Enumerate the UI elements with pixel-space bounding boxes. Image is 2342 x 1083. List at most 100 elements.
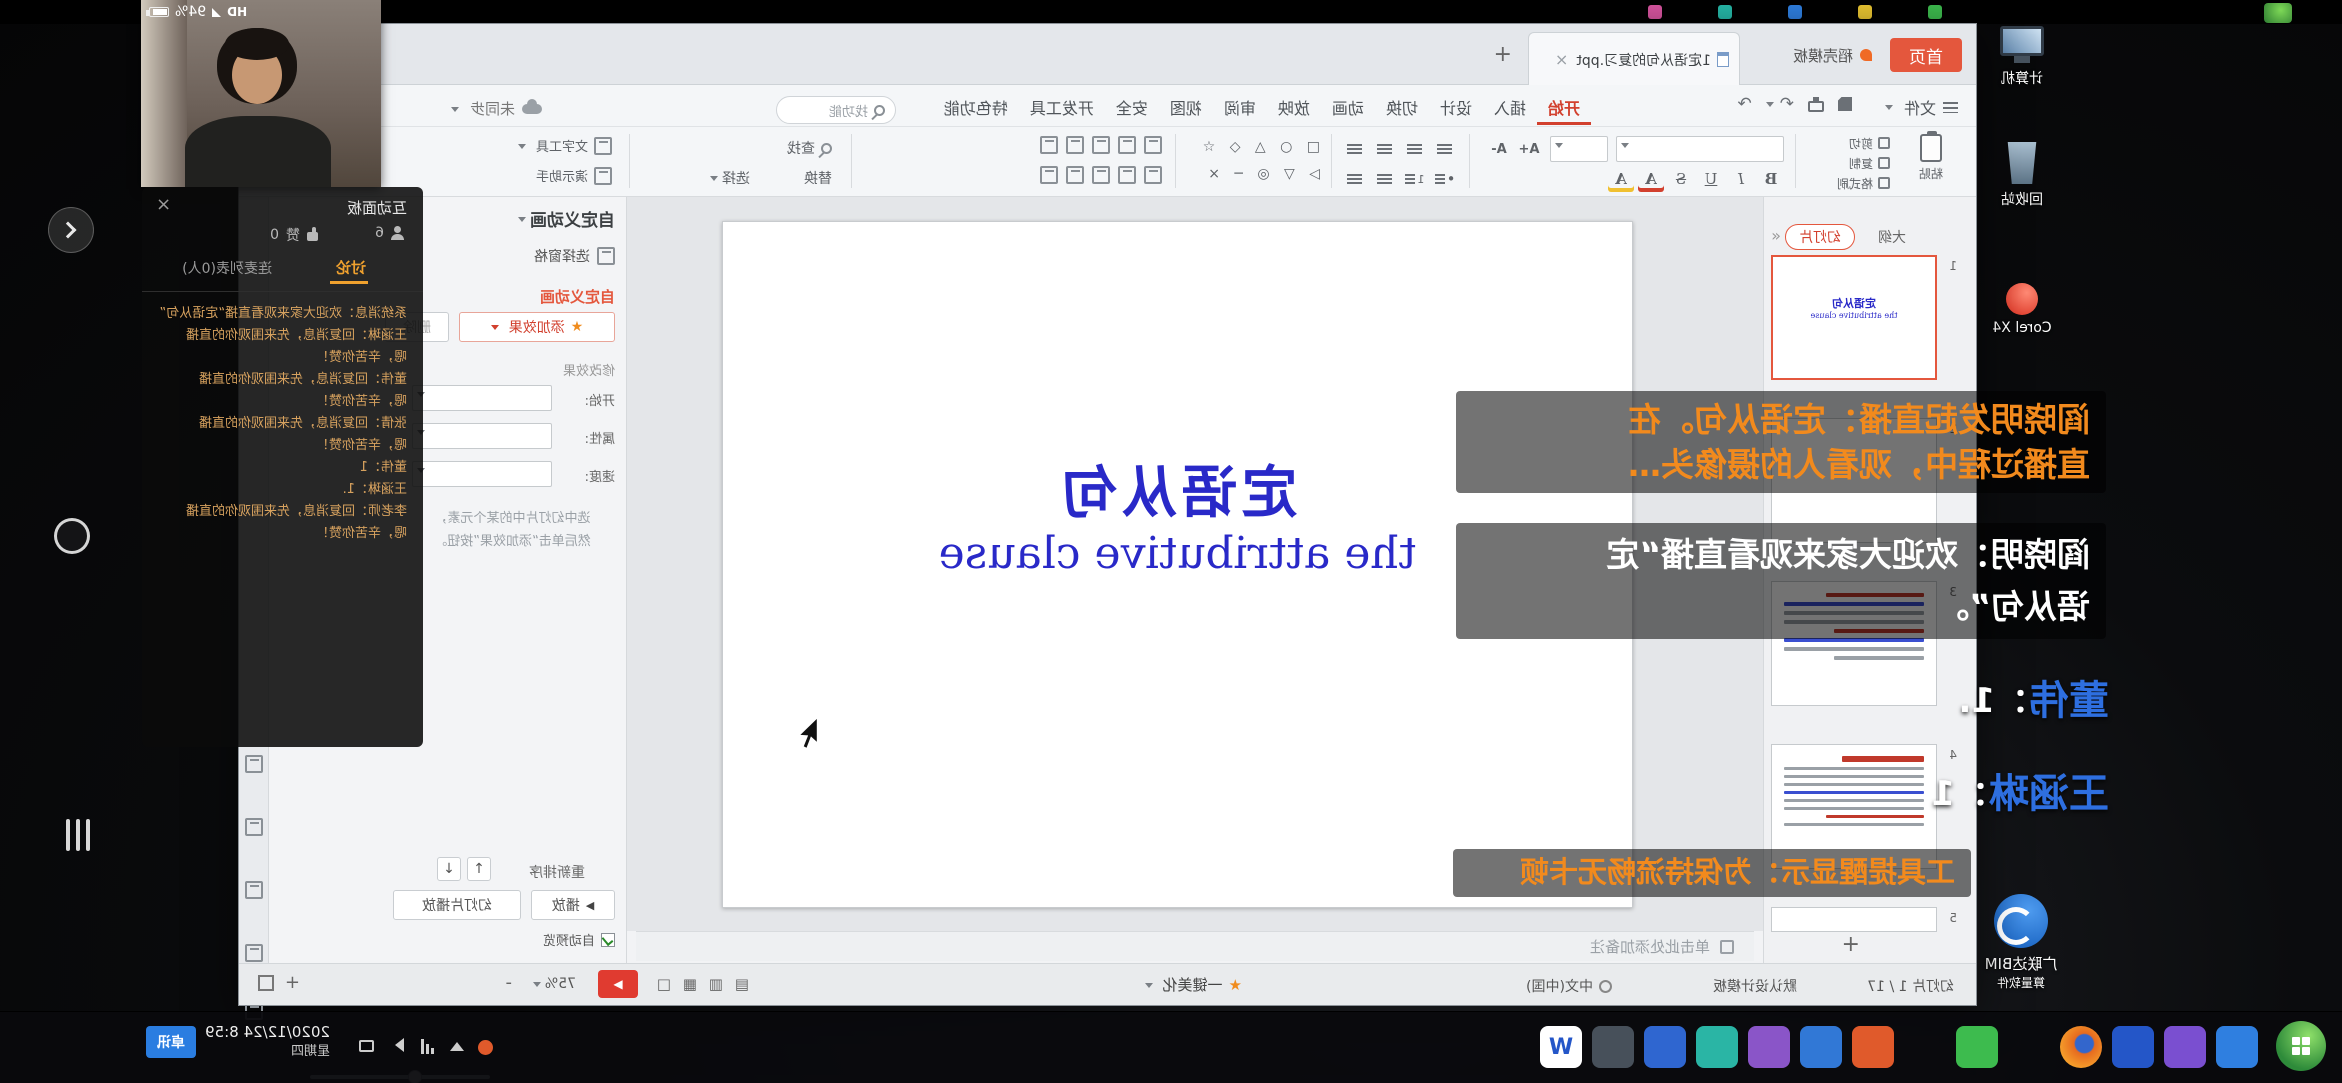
align-left-icon[interactable] — [1432, 136, 1458, 162]
slideshow-button[interactable]: ▶ — [598, 970, 638, 998]
undo-icon[interactable]: ↶ — [1780, 94, 1794, 114]
tab-animation[interactable]: 动画 — [1321, 89, 1375, 125]
taskbar-app-8-icon[interactable] — [1852, 1026, 1894, 1068]
taskbar-app-6-icon[interactable] — [1956, 1026, 1998, 1068]
font-color-button[interactable]: A — [1638, 166, 1664, 192]
increase-font-button[interactable]: A+ — [1516, 136, 1542, 162]
chat-message-list[interactable]: 系统消息：欢迎大家来观看直播“定语从句” 王涵琳：回复消息，先来围观你的直播 嗯… — [155, 303, 407, 545]
rail-help-icon[interactable] — [245, 944, 263, 962]
close-tab-icon[interactable]: × — [1555, 50, 1568, 69]
taskbar-app-13-icon[interactable] — [1592, 1026, 1634, 1068]
notes-view-icon[interactable]: □ — [652, 972, 676, 996]
tab-discussion[interactable]: 讨论 — [336, 257, 366, 278]
font-size-combo[interactable] — [1550, 136, 1608, 162]
collapse-sidebar-button[interactable] — [48, 207, 94, 253]
assistant-button[interactable]: 演示助手 — [536, 166, 612, 185]
bullet-list-icon[interactable]: • — [1432, 166, 1458, 192]
desktop-icon-glodon-bim[interactable]: 广联达BIM 算量软件 — [1966, 894, 2076, 991]
slide-thumbnail-5[interactable] — [1771, 907, 1937, 932]
rail-animation-icon[interactable] — [245, 818, 263, 836]
reading-view-icon[interactable]: ▦ — [678, 972, 702, 996]
decrease-font-button[interactable]: A- — [1486, 136, 1512, 162]
tab-review[interactable]: 审阅 — [1213, 89, 1267, 125]
fill-color-icon[interactable] — [1144, 166, 1162, 184]
start-combo[interactable] — [412, 385, 552, 411]
wordart-icon[interactable] — [1118, 136, 1136, 154]
new-tab-button[interactable]: + — [1494, 42, 1512, 67]
shapes-gallery[interactable]: □ ○ △ ◇ ☆▷ ▽ ◎ ─ × — [1190, 134, 1320, 188]
play-animation-button[interactable]: ▶播放 — [531, 890, 615, 920]
strikethrough-button[interactable]: S — [1668, 166, 1694, 192]
close-panel-icon[interactable]: × — [156, 194, 171, 215]
add-effect-button[interactable]: ★添加效果 — [459, 312, 615, 342]
volume-icon[interactable] — [388, 1038, 404, 1052]
tray-badge[interactable]: 卓讯 — [146, 1026, 196, 1058]
beautify-button[interactable]: ★ 一键美化 — [1145, 974, 1242, 995]
move-up-button[interactable]: ↑ — [467, 857, 491, 881]
tab-design[interactable]: 设计 — [1429, 89, 1483, 125]
tray-app-icon[interactable] — [478, 1040, 493, 1055]
floating-menu-button[interactable] — [66, 819, 90, 851]
slide-sorter-icon[interactable]: ▥ — [704, 972, 728, 996]
tab-slideshow[interactable]: 放映 — [1267, 89, 1321, 125]
speed-combo[interactable] — [412, 461, 552, 487]
add-slide-button[interactable]: + — [1842, 932, 1860, 957]
selection-pane-button[interactable]: 选择窗格 — [534, 246, 615, 266]
bold-button[interactable]: B — [1758, 166, 1784, 192]
text-tool-button[interactable]: 文字工具 — [518, 136, 612, 155]
save-icon[interactable] — [1838, 97, 1852, 111]
indent-icon[interactable] — [1372, 166, 1398, 192]
tab-outline[interactable]: 大纲 — [1865, 224, 1919, 250]
tab-transition[interactable]: 切换 — [1375, 89, 1429, 125]
network-icon[interactable] — [421, 1038, 434, 1054]
tab-security[interactable]: 安全 — [1105, 89, 1159, 125]
file-menu[interactable]: 文件 — [1885, 94, 1958, 120]
select-button[interactable]: 选择 — [710, 168, 750, 188]
table-icon[interactable] — [1066, 136, 1084, 154]
floating-record-button[interactable] — [54, 518, 90, 554]
numbered-list-icon[interactable]: 1 — [1402, 166, 1428, 192]
replace-button[interactable]: 替换 — [804, 168, 832, 188]
tab-mic-list[interactable]: 连麦列表(0人) — [182, 258, 272, 278]
taskbar-app-1-icon[interactable] — [2216, 1026, 2258, 1068]
taskbar-app-3-icon[interactable] — [2112, 1026, 2154, 1068]
taskbar-firefox-icon[interactable] — [2060, 1026, 2102, 1068]
home-button[interactable]: 首页 — [1890, 38, 1962, 72]
chart-icon[interactable] — [1040, 136, 1058, 154]
pane-header[interactable]: 自定义动画 — [518, 206, 615, 231]
tab-home[interactable]: 开始 — [1537, 89, 1591, 125]
desktop-icon-recycle-bin[interactable]: 回收站 — [1974, 142, 2070, 209]
tray-ime-icon[interactable] — [359, 1040, 374, 1052]
rail-properties-icon[interactable] — [245, 755, 263, 773]
zoom-in-button[interactable]: + — [285, 972, 300, 993]
align-right-icon[interactable] — [1372, 136, 1398, 162]
document-tab[interactable]: 1定语从句的复习.ppt × — [1528, 32, 1740, 86]
design-template-label[interactable]: 默认设计模板 — [1713, 976, 1797, 996]
taskbar-word-icon[interactable]: W — [1540, 1026, 1582, 1068]
tab-features[interactable]: 特色功能 — [933, 89, 1019, 125]
language-status[interactable]: 中文(中国) — [1526, 976, 1612, 996]
zoom-percent[interactable]: 75% — [533, 976, 576, 992]
fit-slide-icon[interactable] — [258, 975, 274, 991]
desktop-gadget-icon[interactable] — [2264, 3, 2292, 23]
tab-slides[interactable]: 幻灯片 — [1785, 224, 1855, 250]
paste-button[interactable]: 粘贴 — [1902, 132, 1960, 192]
font-name-combo[interactable] — [1616, 136, 1784, 162]
tab-insert[interactable]: 插入 — [1483, 89, 1537, 125]
desktop-icon-computer[interactable]: 计算机 — [1974, 26, 2070, 88]
justify-icon[interactable] — [1342, 136, 1368, 162]
like-count[interactable]: 赞 0 — [270, 225, 318, 245]
align-center-icon[interactable] — [1402, 136, 1428, 162]
move-down-button[interactable]: ↓ — [437, 857, 461, 881]
property-combo[interactable] — [412, 423, 552, 449]
textbox-icon[interactable] — [1144, 136, 1162, 154]
tab-developer[interactable]: 开发工具 — [1019, 89, 1105, 125]
tray-expand-icon[interactable] — [450, 1042, 464, 1051]
taskbar-app-12-icon[interactable] — [1644, 1026, 1686, 1068]
rail-selection-icon[interactable] — [245, 881, 263, 899]
auto-preview-checkbox[interactable]: 自动预览 — [543, 930, 615, 949]
notes-bar[interactable]: 单击此处添加备注 — [636, 931, 1754, 961]
slide-thumbnail-1[interactable]: 定语从句 the attributive clause — [1771, 255, 1937, 380]
highlight-button[interactable]: A — [1608, 166, 1634, 192]
taskbar-app-11-icon[interactable] — [1696, 1026, 1738, 1068]
